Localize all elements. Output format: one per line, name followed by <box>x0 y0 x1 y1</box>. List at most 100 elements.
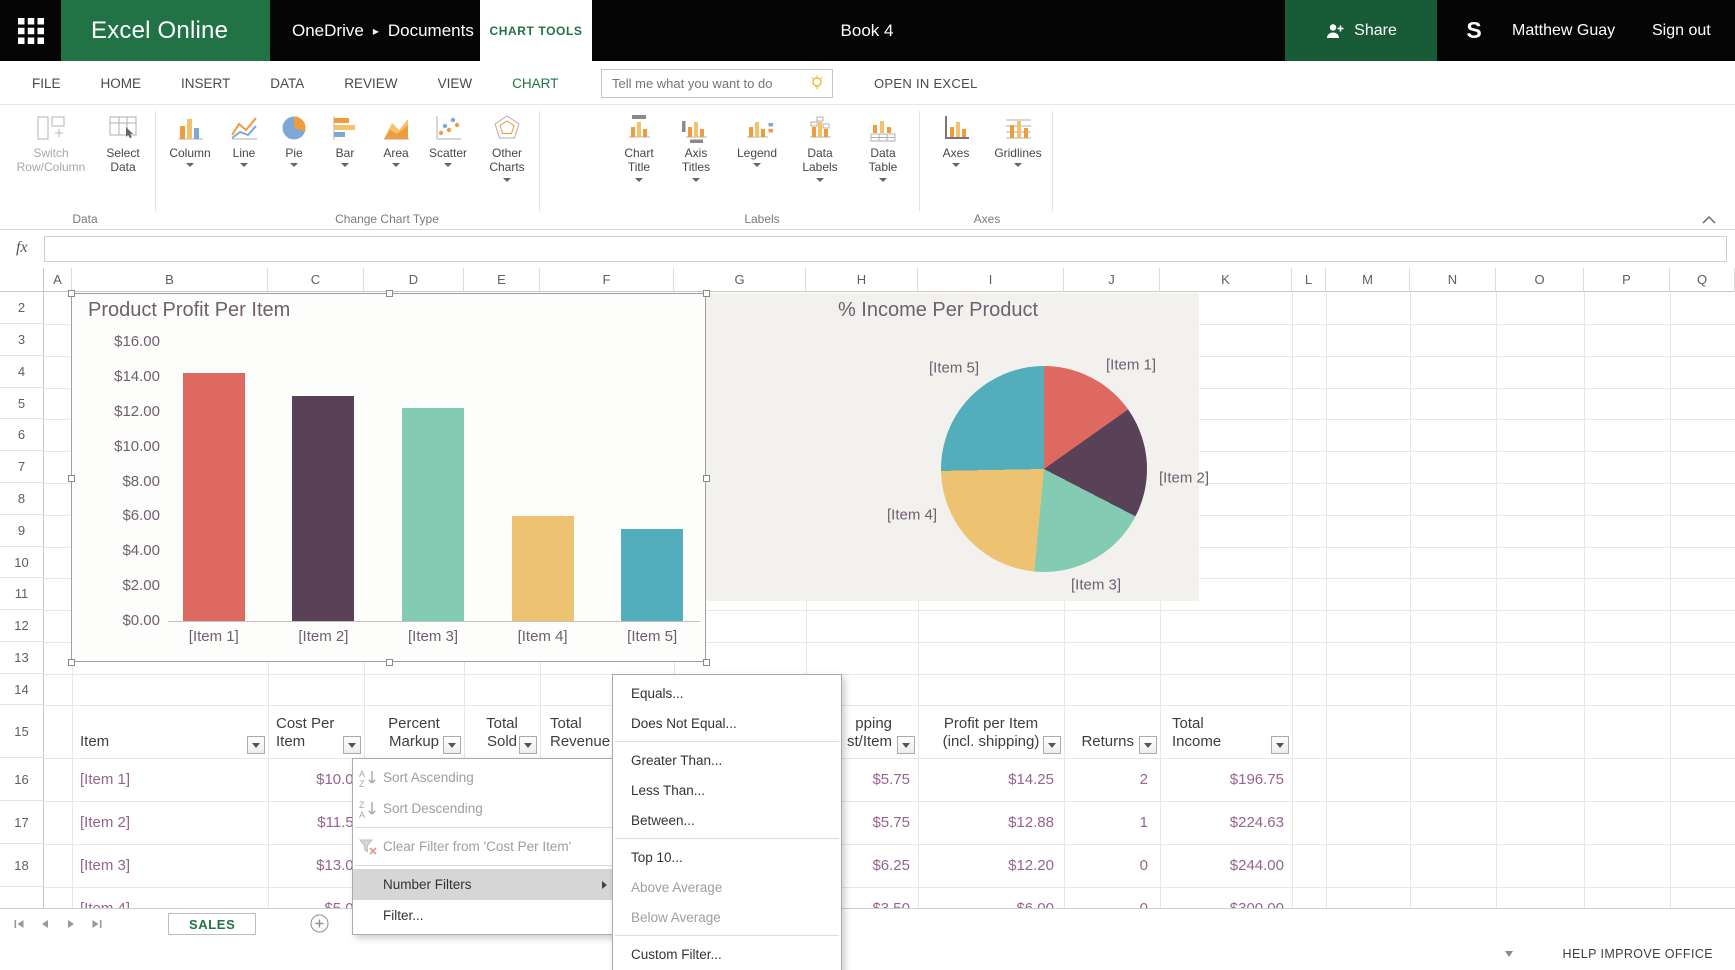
header-cell-B[interactable]: Item <box>72 705 268 758</box>
menu-item-does-not-equal[interactable]: Does Not Equal... <box>613 708 841 738</box>
fx-icon[interactable]: fx <box>16 239 28 257</box>
ribbon-group-divider <box>1052 111 1053 211</box>
cell-B18[interactable]: [Item 3] <box>72 844 268 887</box>
menu-item-between[interactable]: Between... <box>613 805 841 835</box>
cell-K19[interactable]: $300.00 <box>1160 887 1292 908</box>
tell-me-input[interactable] <box>601 69 833 98</box>
ribbon-button-column[interactable]: Column <box>163 110 217 168</box>
ribbon-button-scatter[interactable]: Scatter <box>420 110 476 168</box>
ribbon-label-line: Column <box>169 146 211 160</box>
app-launcher-button[interactable] <box>0 0 61 61</box>
cell-B19[interactable]: [Item 4] <box>72 887 268 908</box>
menu-item-greater-than[interactable]: Greater Than... <box>613 745 841 775</box>
ribbon-button-pie[interactable]: Pie <box>273 110 315 168</box>
cell-B16[interactable]: [Item 1] <box>72 758 268 801</box>
add-sheet-button[interactable] <box>310 914 329 933</box>
cell-K18[interactable]: $244.00 <box>1160 844 1292 887</box>
ribbon-label-line: Switch <box>33 146 69 160</box>
cell-C17[interactable]: $11.50 <box>268 801 364 844</box>
menu-item-sort-ascending: A Z Sort Ascending <box>353 762 619 793</box>
help-improve-office-link[interactable]: HELP IMPROVE OFFICE <box>1563 938 1713 970</box>
user-name[interactable]: Matthew Guay <box>1512 0 1615 61</box>
ribbon-tab-view[interactable]: VIEW <box>438 76 473 91</box>
menu-item-top-10[interactable]: Top 10... <box>613 842 841 872</box>
ribbon-button-axis-titles[interactable]: Axis Titles <box>671 110 721 182</box>
clear-filter-icon <box>353 837 383 857</box>
open-in-excel-button[interactable]: OPEN IN EXCEL <box>874 61 978 105</box>
sign-out-link[interactable]: Sign out <box>1652 0 1711 61</box>
ribbon-button-other-charts[interactable]: Other Charts <box>480 110 534 182</box>
submenu-arrow-icon <box>602 880 607 889</box>
menu-item-label: Top 10... <box>631 849 683 865</box>
ribbon-button-area[interactable]: Area <box>373 110 419 168</box>
ribbon-button-data-labels[interactable]: Data Labels <box>795 110 845 182</box>
filter-button-C[interactable] <box>343 736 361 754</box>
menu-separator <box>615 935 839 936</box>
cell-I17[interactable]: $12.88 <box>918 801 1064 844</box>
menu-item-number-filters[interactable]: Number Filters <box>353 869 619 900</box>
formula-input[interactable] <box>44 236 1727 262</box>
menu-item-equals[interactable]: Equals... <box>613 678 841 708</box>
ribbon-button-line[interactable]: Line <box>222 110 266 168</box>
filter-button-H[interactable] <box>897 736 915 754</box>
cell-B17[interactable]: [Item 2] <box>72 801 268 844</box>
cell-text: $11.50 <box>317 814 362 831</box>
filter-button-K[interactable] <box>1271 736 1289 754</box>
sheet-tab-sales[interactable]: SALES <box>168 913 257 935</box>
filter-button-D[interactable] <box>443 736 461 754</box>
chart-tools-contextual-tab[interactable]: CHART TOOLS <box>480 0 592 61</box>
cell-C18[interactable]: $13.00 <box>268 844 364 887</box>
ribbon-tab-insert[interactable]: INSERT <box>181 76 230 91</box>
ribbon-tab-file[interactable]: FILE <box>32 76 61 91</box>
next-sheet-button[interactable] <box>64 917 78 931</box>
waffle-icon <box>17 17 44 44</box>
menu-item-sort-descending: Z A Sort Descending <box>353 793 619 824</box>
menu-item-less-than[interactable]: Less Than... <box>613 775 841 805</box>
menu-separator <box>615 838 839 839</box>
ribbon-button-data-table[interactable]: Data Table <box>859 110 907 182</box>
cell-J19[interactable]: 0 <box>1064 887 1160 908</box>
filter-button-E[interactable] <box>519 736 537 754</box>
filter-button-J[interactable] <box>1139 736 1157 754</box>
cell-J17[interactable]: 1 <box>1064 801 1160 844</box>
menu-item-above-average: Above Average <box>613 872 841 902</box>
last-sheet-button[interactable] <box>90 917 104 931</box>
breadcrumb-onedrive[interactable]: OneDrive <box>292 21 364 41</box>
share-button[interactable]: Share <box>1285 0 1437 61</box>
cell-J16[interactable]: 2 <box>1064 758 1160 801</box>
breadcrumb-separator-icon: ▸ <box>372 23 379 38</box>
cell-I16[interactable]: $14.25 <box>918 758 1064 801</box>
ribbon-tab-review[interactable]: REVIEW <box>344 76 397 91</box>
cell-text: $5.00 <box>268 887 364 908</box>
filter-button-I[interactable] <box>1043 736 1061 754</box>
filter-button-B[interactable] <box>247 736 265 754</box>
ribbon-button-bar[interactable]: Bar <box>323 110 367 168</box>
ribbon-button-legend[interactable]: Legend <box>729 110 785 168</box>
document-title[interactable]: Book 4 <box>790 0 944 61</box>
cell-J18[interactable]: 0 <box>1064 844 1160 887</box>
breadcrumb-documents[interactable]: Documents <box>388 21 474 41</box>
first-sheet-button[interactable] <box>12 917 26 931</box>
ribbon-tab-home[interactable]: HOME <box>101 76 142 91</box>
cell-K16[interactable]: $196.75 <box>1160 758 1292 801</box>
skype-button[interactable]: S <box>1452 0 1496 61</box>
menu-item-filter[interactable]: Filter... <box>353 900 619 931</box>
data-labels-icon <box>795 110 845 146</box>
ribbon-tab-chart[interactable]: CHART <box>512 76 558 91</box>
ribbon-label-line: Data <box>870 146 896 160</box>
cell-C16[interactable]: $10.00 <box>268 758 364 801</box>
menu-item-custom-filter[interactable]: Custom Filter... <box>613 939 841 969</box>
ribbon-button-axes[interactable]: Axes <box>933 110 979 168</box>
ribbon-button-chart-title[interactable]: Chart Title <box>615 110 663 182</box>
cell-I18[interactable]: $12.20 <box>918 844 1064 887</box>
ribbon-tab-data[interactable]: DATA <box>270 76 304 91</box>
excel-online-logo[interactable]: Excel Online <box>61 0 270 61</box>
previous-sheet-button[interactable] <box>38 917 52 931</box>
feedback-dropdown-arrow[interactable] <box>1505 951 1513 957</box>
cell-K17[interactable]: $224.63 <box>1160 801 1292 844</box>
ribbon-button-select-data[interactable]: Select Data <box>94 110 152 175</box>
collapse-ribbon-button[interactable] <box>1702 211 1716 229</box>
ribbon-button-gridlines[interactable]: Gridlines <box>986 110 1050 168</box>
cell-I19[interactable]: $6.00 <box>918 887 1064 908</box>
cell-C19[interactable]: $5.00 <box>268 887 364 908</box>
